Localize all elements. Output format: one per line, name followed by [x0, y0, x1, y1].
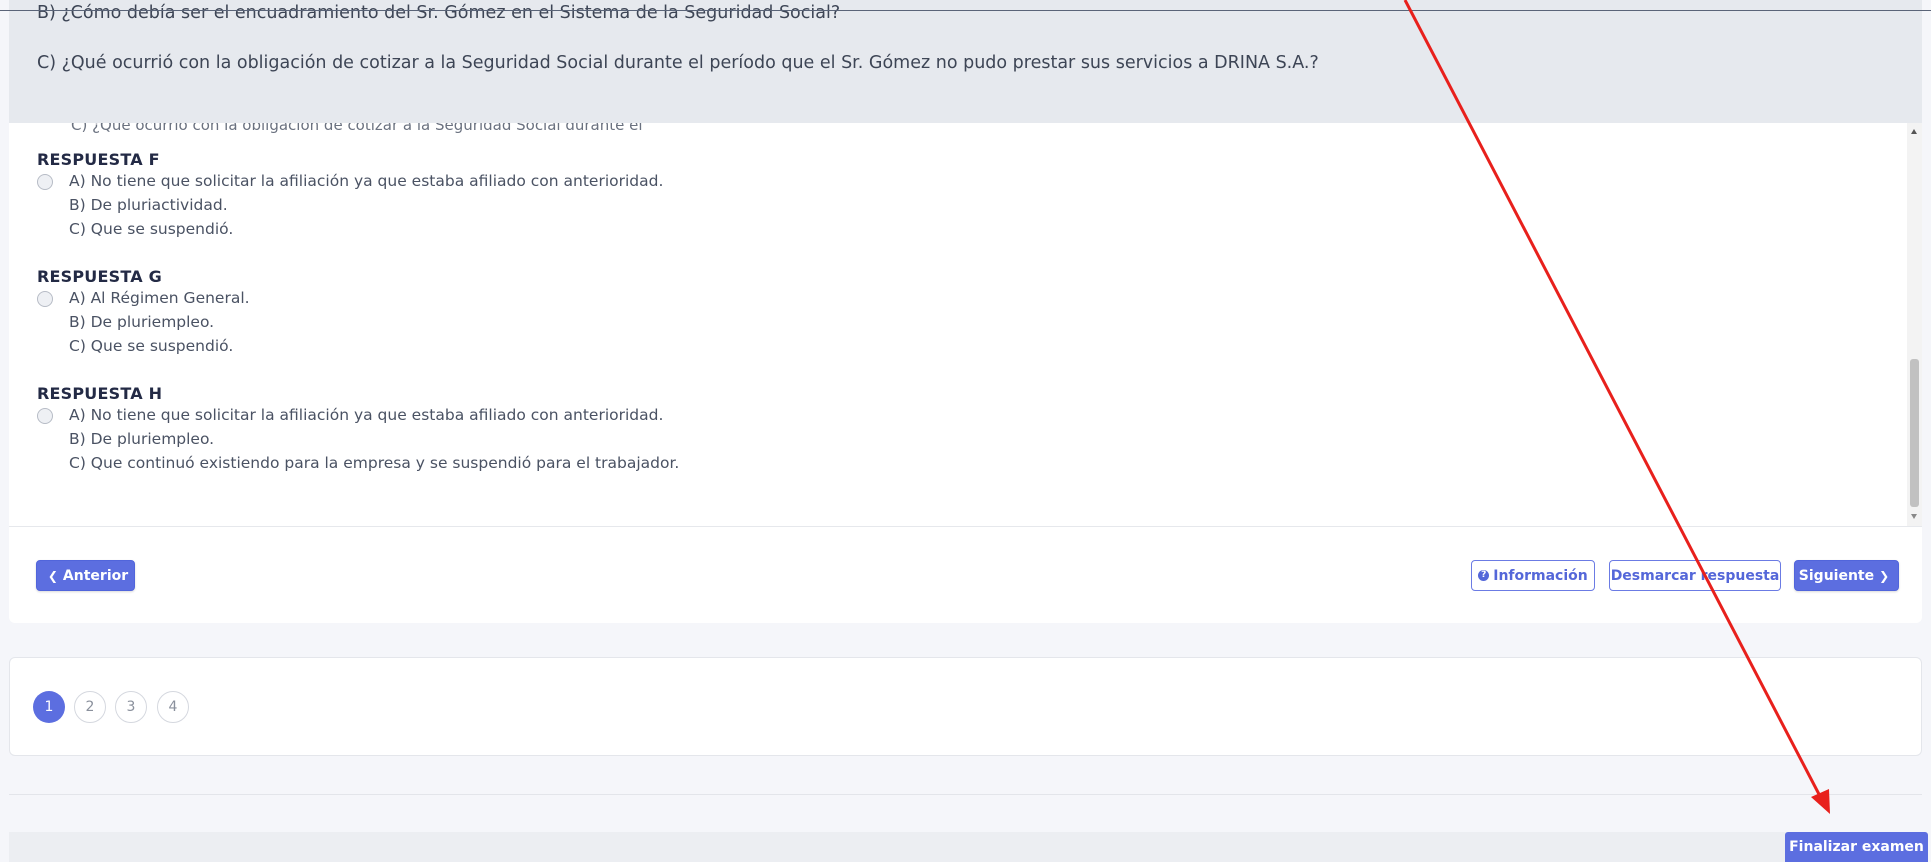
- unmark-answer-button[interactable]: Desmarcar respuesta: [1609, 560, 1781, 591]
- cut-off-answer-text: C) ¿Qué ocurrió con la obligación de cot…: [71, 123, 643, 134]
- pagination: 1 2 3 4: [9, 657, 1922, 756]
- answer-option: C) Que se suspendió.: [37, 334, 250, 358]
- answer-title: RESPUESTA G: [37, 267, 162, 286]
- answer-option: B) De pluriempleo.: [37, 427, 679, 451]
- option-text: C) Que continuó existiendo para la empre…: [69, 454, 680, 472]
- next-label: Siguiente: [1798, 567, 1875, 584]
- answer-option: B) De pluriactividad.: [37, 193, 663, 217]
- question-circle-icon: ?: [1478, 570, 1490, 581]
- option-text: A) No tiene que solicitar la afiliación …: [69, 406, 664, 424]
- answer-option[interactable]: A) Al Régimen General.: [37, 286, 250, 310]
- answer-option[interactable]: A) No tiene que solicitar la afiliación …: [37, 403, 679, 427]
- answer-group-g: RESPUESTA G A) Al Régimen General. B) De…: [37, 267, 250, 358]
- info-label: Información: [1493, 567, 1588, 584]
- question-nav-bar: ❮ Anterior ? Información Desmarcar respu…: [9, 526, 1922, 623]
- scroll-up-arrow-icon[interactable]: [1911, 129, 1917, 134]
- question-line-b: B) ¿Cómo debía ser el encuadramiento del…: [37, 3, 841, 23]
- scroll-thumb[interactable]: [1910, 359, 1919, 507]
- option-text: B) De pluriactividad.: [69, 196, 228, 214]
- option-text: A) Al Régimen General.: [69, 289, 250, 307]
- answers-panel: C) ¿Qué ocurrió con la obligación de cot…: [9, 123, 1913, 526]
- section-divider: [9, 794, 1922, 795]
- answer-h-radio[interactable]: [37, 408, 53, 424]
- info-button[interactable]: ? Información: [1471, 560, 1595, 591]
- answer-option: C) Que continuó existiendo para la empre…: [37, 451, 679, 475]
- option-text: C) Que se suspendió.: [69, 220, 234, 238]
- page-button-4[interactable]: 4: [157, 691, 189, 723]
- previous-button[interactable]: ❮ Anterior: [36, 560, 135, 591]
- answer-title: RESPUESTA F: [37, 150, 160, 169]
- answers-scrollbar[interactable]: [1907, 123, 1922, 526]
- page-button-3[interactable]: 3: [115, 691, 147, 723]
- option-text: B) De pluriempleo.: [69, 313, 215, 331]
- answer-option: B) De pluriempleo.: [37, 310, 250, 334]
- next-button[interactable]: Siguiente ❯: [1794, 560, 1899, 591]
- answer-g-radio[interactable]: [37, 291, 53, 307]
- answer-group-h: RESPUESTA H A) No tiene que solicitar la…: [37, 384, 679, 475]
- question-line-c: C) ¿Qué ocurrió con la obligación de cot…: [37, 53, 1319, 73]
- option-text: C) Que se suspendió.: [69, 337, 234, 355]
- chevron-right-icon: ❯: [1879, 568, 1890, 583]
- answer-option: C) Que se suspendió.: [37, 217, 663, 241]
- answer-f-radio[interactable]: [37, 174, 53, 190]
- finalize-exam-button[interactable]: Finalizar examen: [1785, 832, 1928, 862]
- answer-option[interactable]: A) No tiene que solicitar la afiliación …: [37, 169, 663, 193]
- page-button-2[interactable]: 2: [74, 691, 106, 723]
- question-box: B) ¿Cómo debía ser el encuadramiento del…: [9, 0, 1922, 123]
- option-text: A) No tiene que solicitar la afiliación …: [69, 172, 664, 190]
- option-text: B) De pluriempleo.: [69, 430, 215, 448]
- annotation-arrow-head-icon: [1811, 789, 1830, 814]
- previous-label: Anterior: [62, 567, 129, 584]
- unmark-label: Desmarcar respuesta: [1610, 567, 1780, 584]
- footer-bar: [9, 832, 1922, 862]
- chevron-left-icon: ❮: [47, 568, 58, 583]
- answer-title: RESPUESTA H: [37, 384, 163, 403]
- answer-group-f: RESPUESTA F A) No tiene que solicitar la…: [37, 150, 663, 241]
- page-button-1[interactable]: 1: [33, 691, 65, 723]
- scroll-down-arrow-icon[interactable]: [1911, 514, 1917, 519]
- top-divider: [0, 10, 1931, 11]
